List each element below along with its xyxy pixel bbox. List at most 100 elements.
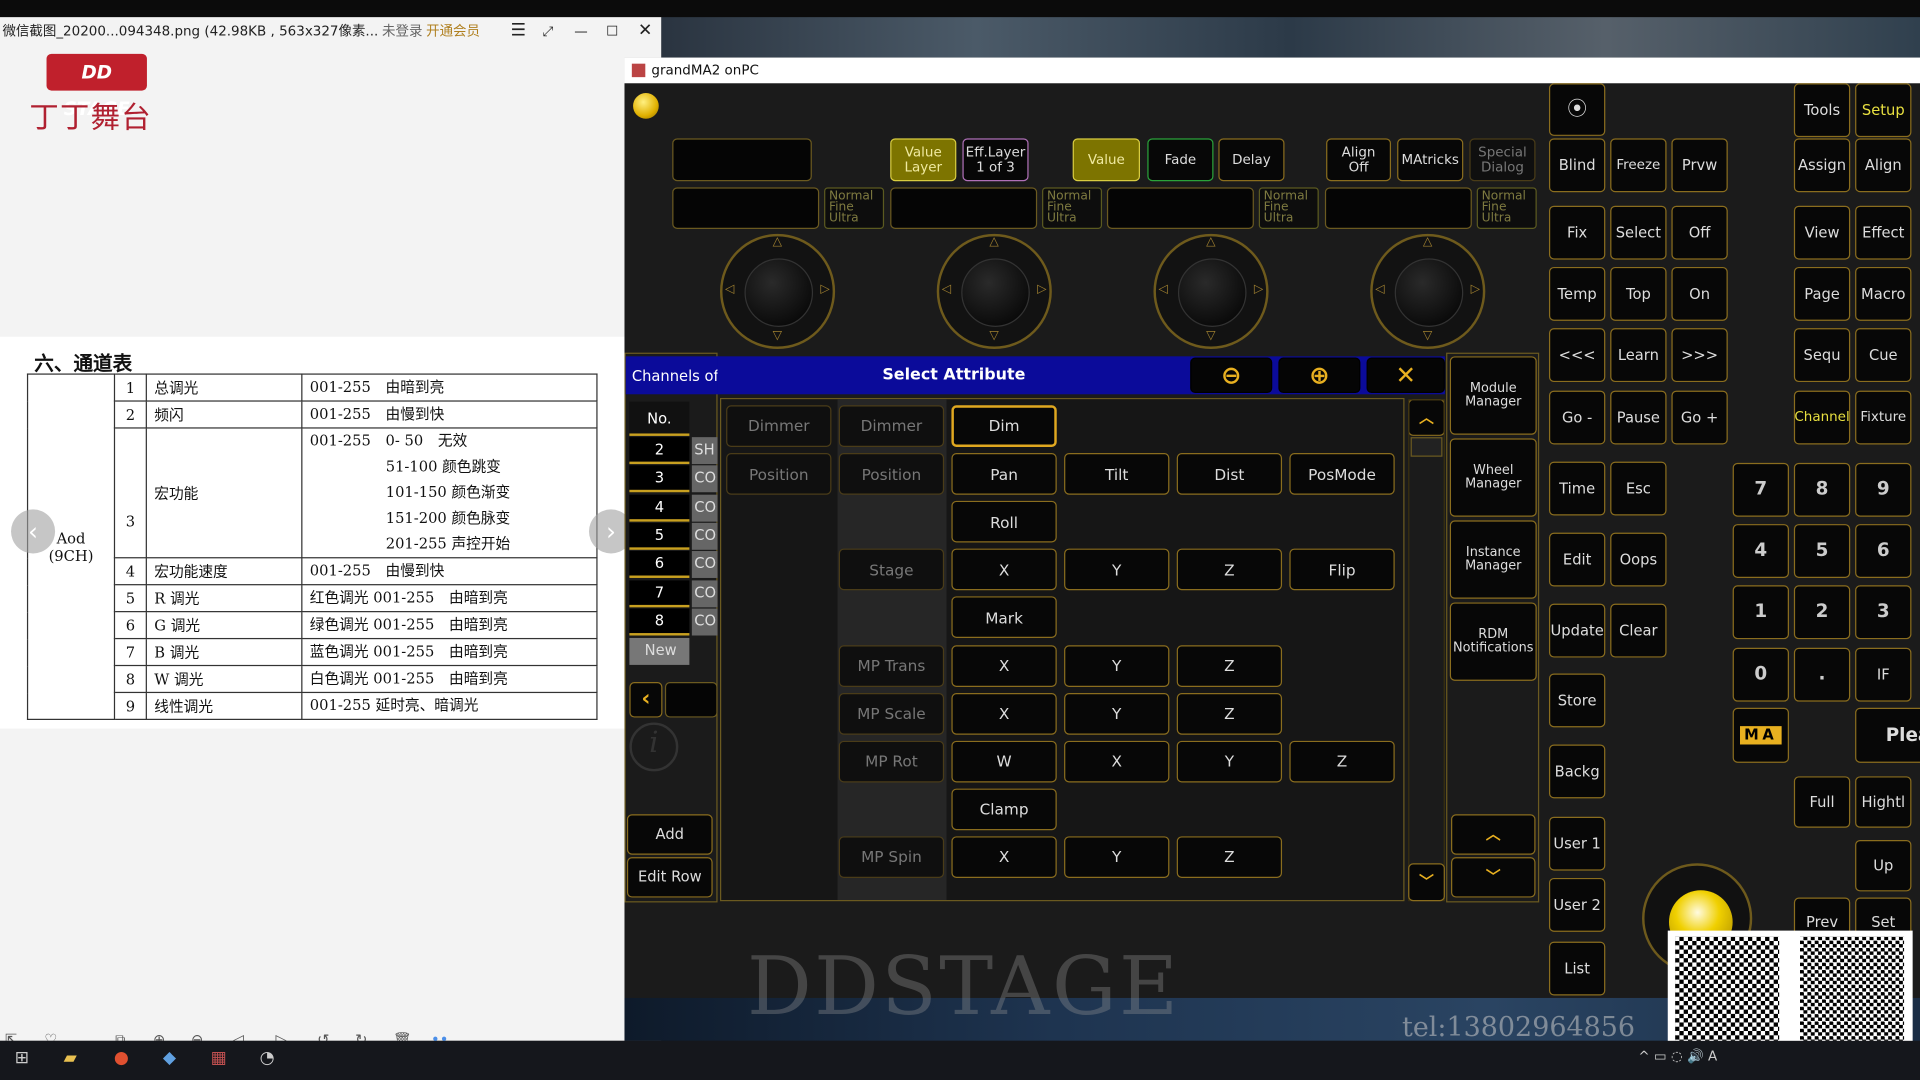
key-5[interactable]: 5 [1793, 524, 1851, 578]
key-temp[interactable]: Temp [1548, 266, 1606, 321]
manager-button-2[interactable]: Instance Manager [1449, 520, 1537, 599]
key-learn[interactable]: Learn [1610, 328, 1667, 383]
back-button[interactable]: ‹ [629, 682, 663, 718]
dot-button[interactable]: ⦿ [1548, 83, 1606, 136]
key-off[interactable]: Off [1671, 205, 1728, 260]
attribute-flip[interactable]: Flip [1289, 548, 1395, 591]
key-3[interactable]: 3 [1855, 585, 1912, 640]
attribute-group-dimmer[interactable]: Dimmer [726, 405, 832, 447]
attribute-y[interactable]: Y [1176, 740, 1283, 783]
new-row-button[interactable]: New [629, 637, 690, 665]
key-9[interactable]: 9 [1855, 462, 1912, 517]
feature-position[interactable]: Position [838, 453, 945, 495]
key-align[interactable]: Align [1855, 138, 1912, 193]
encoder-bar-button-3[interactable]: Fade [1147, 138, 1214, 182]
manager-button-3[interactable]: RDM Notifications [1449, 602, 1537, 681]
key-oops[interactable]: Oops [1610, 532, 1667, 587]
attribute-group-position[interactable]: Position [726, 453, 832, 495]
feature-mp-rot[interactable]: MP Rot [838, 740, 945, 783]
key-fixture[interactable]: Fixture [1855, 390, 1912, 445]
key-if[interactable]: IF [1855, 647, 1912, 702]
key-up[interactable]: Up [1855, 840, 1912, 892]
vip-link[interactable]: 开通会员 [426, 17, 480, 45]
attribute-y[interactable]: Y [1064, 548, 1170, 591]
attribute-z[interactable]: Z [1176, 692, 1283, 735]
resolution-toggle-0[interactable]: Normal Fine Ultra [824, 187, 885, 229]
key-fix[interactable]: Fix [1548, 205, 1606, 260]
key-hightl[interactable]: Hightl [1855, 776, 1912, 828]
key-plea[interactable]: Plea [1855, 707, 1920, 763]
key-backg[interactable]: Backg [1548, 744, 1606, 799]
page-up-button[interactable]: ︿ [1451, 814, 1536, 855]
key-assign[interactable]: Assign [1793, 138, 1851, 193]
close-icon[interactable]: ✕ [638, 17, 652, 45]
attribute-y[interactable]: Y [1064, 692, 1170, 735]
channel-row-no[interactable]: 7 [629, 579, 690, 607]
zoom-out-button[interactable]: ⊖ [1190, 357, 1273, 394]
key-[interactable]: . [1793, 647, 1851, 702]
key-6[interactable]: 6 [1855, 524, 1912, 578]
key-time[interactable]: Time [1548, 461, 1606, 516]
resolution-toggle-2[interactable]: Normal Fine Ultra [1258, 187, 1319, 229]
channel-row-no[interactable]: 4 [629, 494, 690, 522]
key-setup[interactable]: Setup [1855, 83, 1912, 138]
key-2[interactable]: 2 [1793, 585, 1851, 640]
prev-image-button[interactable]: ‹ [11, 509, 56, 554]
feature-mp-spin[interactable]: MP Spin [838, 836, 945, 878]
key-blind[interactable]: Blind [1548, 138, 1606, 193]
encoder-knob-3[interactable]: △ ▽ ◁ ▷ [1370, 233, 1486, 349]
manager-button-0[interactable]: Module Manager [1449, 356, 1537, 435]
resolution-toggle-1[interactable]: Normal Fine Ultra [1042, 187, 1103, 229]
key-esc[interactable]: Esc [1610, 461, 1667, 516]
attribute-y[interactable]: Y [1064, 644, 1170, 687]
key-view[interactable]: View [1793, 205, 1851, 260]
key-cue[interactable]: Cue [1855, 328, 1912, 383]
attribute-z[interactable]: Z [1176, 548, 1283, 591]
attribute-z[interactable]: Z [1176, 836, 1283, 878]
attribute-w[interactable]: W [951, 740, 1057, 783]
key-page[interactable]: Page [1793, 266, 1851, 321]
key-pause[interactable]: Pause [1610, 390, 1667, 445]
menu-icon[interactable]: ☰ [511, 17, 526, 45]
start-icon[interactable]: ⊞ [15, 1048, 29, 1068]
channel-row-type[interactable]: SH [691, 437, 718, 465]
login-status[interactable]: 未登录 [382, 17, 422, 45]
encoder-bar-button-6[interactable]: MAtricks [1397, 138, 1464, 182]
key-8[interactable]: 8 [1793, 462, 1851, 517]
key-user-1[interactable]: User 1 [1548, 816, 1606, 871]
file-explorer-icon[interactable]: ▰ [64, 1048, 77, 1068]
key-clear[interactable]: Clear [1610, 603, 1667, 658]
channel-row-type[interactable]: CO [691, 579, 718, 607]
minimize-icon[interactable]: — [574, 17, 587, 45]
attribute-pan[interactable]: Pan [951, 453, 1057, 495]
channel-row-type[interactable]: CO [691, 465, 718, 493]
close-dialog-button[interactable]: ✕ [1366, 357, 1445, 394]
key-on[interactable]: On [1671, 266, 1728, 321]
encoder-bar-button-1[interactable]: Eff.Layer 1 of 3 [962, 138, 1029, 182]
key-channel[interactable]: Channel [1793, 390, 1851, 445]
attribute-clamp[interactable]: Clamp [951, 788, 1057, 830]
feature-stage[interactable]: Stage [838, 548, 945, 591]
channel-row-no[interactable]: 6 [629, 551, 690, 579]
key-1[interactable]: 1 [1732, 585, 1789, 640]
encoder-bar-button-2[interactable]: Value [1072, 138, 1141, 182]
key-edit[interactable]: Edit [1548, 532, 1606, 587]
key-freeze[interactable]: Freeze [1610, 138, 1667, 193]
attribute-x[interactable]: X [951, 548, 1057, 591]
key-go[interactable]: Go + [1671, 390, 1728, 445]
key-top[interactable]: Top [1610, 266, 1667, 321]
key-effect[interactable]: Effect [1855, 205, 1912, 260]
tray-icons[interactable]: ^ ▭ ◌ 🔊 A [1638, 1048, 1717, 1064]
key-tools[interactable]: Tools [1793, 83, 1851, 138]
viewer-task-icon[interactable]: ◔ [260, 1048, 275, 1068]
key-go[interactable]: Go - [1548, 390, 1606, 445]
key-0[interactable]: 0 [1732, 647, 1789, 702]
encoder-bar-button-0[interactable]: Value Layer [890, 138, 957, 182]
attribute-dim[interactable]: Dim [951, 405, 1057, 447]
attribute-dist[interactable]: Dist [1176, 453, 1283, 495]
encoder-bar-button-4[interactable]: Delay [1218, 138, 1285, 182]
key-full[interactable]: Full [1793, 776, 1851, 828]
key-macro[interactable]: Macro [1855, 266, 1912, 321]
encoder-knob-0[interactable]: △ ▽ ◁ ▷ [720, 233, 836, 349]
encoder-knob-1[interactable]: △ ▽ ◁ ▷ [936, 233, 1052, 349]
